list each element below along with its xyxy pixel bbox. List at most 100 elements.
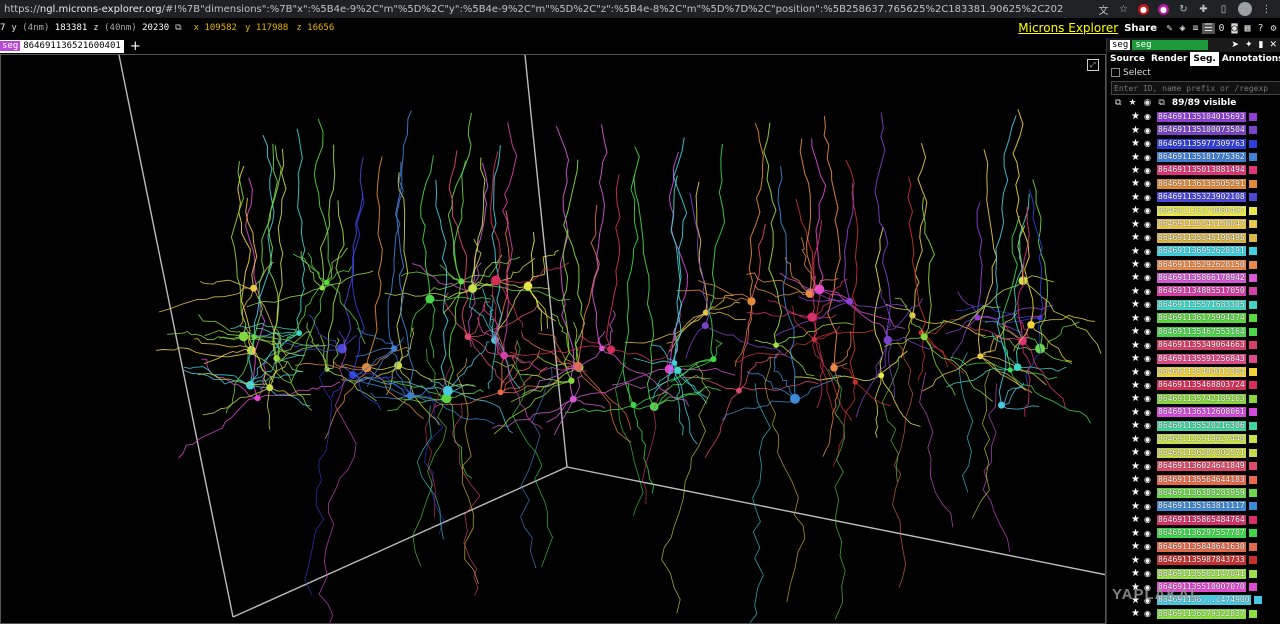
- star-icon[interactable]: ★: [1131, 205, 1144, 216]
- segment-row[interactable]: ★ ◉ 864691135104015693: [1107, 110, 1280, 123]
- eye-icon[interactable]: ◉: [1144, 300, 1157, 309]
- segment-color-swatch[interactable]: [1248, 488, 1257, 497]
- star-icon[interactable]: ★: [1131, 152, 1144, 163]
- extension-refresh-icon[interactable]: ↻: [1178, 4, 1189, 15]
- star-icon[interactable]: ★: [1131, 138, 1144, 149]
- segment-color-swatch[interactable]: [1248, 233, 1257, 242]
- star-icon[interactable]: ★: [1131, 501, 1144, 512]
- segment-color-swatch[interactable]: [1248, 542, 1257, 551]
- segment-color-swatch[interactable]: [1248, 247, 1257, 256]
- coord-z[interactable]: z (40nm) 20230: [93, 23, 169, 33]
- star-icon[interactable]: ★: [1131, 514, 1144, 525]
- star-icon[interactable]: ★: [1131, 568, 1144, 579]
- bookmark-star-icon[interactable]: ☆: [1118, 4, 1129, 15]
- pin-icon[interactable]: ✦: [1245, 40, 1253, 50]
- segment-color-swatch[interactable]: [1248, 515, 1257, 524]
- star-icon[interactable]: ★: [1131, 192, 1144, 203]
- extension-red-icon[interactable]: ●: [1138, 3, 1149, 15]
- eye-icon[interactable]: ◉: [1144, 220, 1157, 229]
- segment-id[interactable]: 864691135866178942: [1157, 272, 1246, 283]
- eye-icon[interactable]: ◉: [1144, 448, 1157, 457]
- segment-id[interactable]: 864691135564644183: [1157, 474, 1246, 485]
- eye-icon[interactable]: ◉: [1144, 247, 1157, 256]
- star-icon[interactable]: ★: [1131, 219, 1144, 230]
- gear-icon[interactable]: ⚙: [1267, 23, 1280, 34]
- star-icon[interactable]: ★: [1131, 541, 1144, 552]
- segment-row[interactable]: ★ ◉ 864691135349064663: [1107, 338, 1280, 351]
- segment-id[interactable]: 864691135163811117: [1157, 501, 1246, 512]
- info-icon[interactable]: 0: [1215, 23, 1228, 34]
- segment-color-swatch[interactable]: [1248, 529, 1257, 538]
- segment-row[interactable]: ★ ◉ 864691136287301571: [1107, 446, 1280, 459]
- avatar[interactable]: [1238, 2, 1252, 16]
- segment-color-swatch[interactable]: [1248, 260, 1257, 269]
- eye-icon[interactable]: ◉: [1144, 556, 1157, 565]
- tab-render[interactable]: Render: [1148, 52, 1190, 66]
- eye-all-icon[interactable]: ◉: [1144, 98, 1152, 108]
- segment-row[interactable]: ★ ◉ 864691135013881494: [1107, 164, 1280, 177]
- segment-row[interactable]: ★ ◉ 864691135977309763: [1107, 137, 1280, 150]
- segment-row[interactable]: ★ ◉ 864691135591256843: [1107, 352, 1280, 365]
- segment-id[interactable]: 864691136287301571: [1157, 447, 1246, 458]
- star-icon[interactable]: ★: [1131, 393, 1144, 404]
- eye-icon[interactable]: ◉: [1144, 341, 1157, 350]
- eye-icon[interactable]: ◉: [1144, 126, 1157, 135]
- segment-color-swatch[interactable]: [1248, 166, 1257, 175]
- eye-icon[interactable]: ◉: [1144, 166, 1157, 175]
- eye-icon[interactable]: ◉: [1144, 502, 1157, 511]
- segment-color-swatch[interactable]: [1248, 408, 1257, 417]
- segment-row[interactable]: ★ ◉ 864691135345198495: [1107, 231, 1280, 244]
- segment-row[interactable]: ★ ◉ 864691135919627440: [1107, 433, 1280, 446]
- segment-color-swatch[interactable]: [1248, 193, 1257, 202]
- segment-row[interactable]: ★ ◉ 864691135562147041: [1107, 567, 1280, 580]
- segment-color-swatch[interactable]: [1248, 583, 1257, 592]
- segment-id[interactable]: 864691135292628150: [1157, 259, 1246, 270]
- segment-id[interactable]: 864691135100073504: [1157, 125, 1246, 136]
- segment-row[interactable]: ★ ◉ 864691135163811117: [1107, 500, 1280, 513]
- segment-id[interactable]: 864691135865484764: [1157, 514, 1246, 525]
- segment-color-swatch[interactable]: [1248, 300, 1257, 309]
- segment-color-swatch[interactable]: [1248, 220, 1257, 229]
- eye-icon[interactable]: ◉: [1144, 488, 1157, 497]
- segment-color-swatch[interactable]: [1248, 421, 1257, 430]
- segment-color-swatch[interactable]: [1248, 314, 1257, 323]
- add-layer-button[interactable]: +: [130, 39, 141, 54]
- segment-color-swatch[interactable]: [1248, 287, 1257, 296]
- segment-id[interactable]: 864691135349064663: [1157, 340, 1246, 351]
- maximize-panel-icon[interactable]: ⤢: [1087, 59, 1099, 71]
- segment-id[interactable]: 864691135323902108: [1157, 192, 1246, 203]
- star-icon[interactable]: ★: [1131, 487, 1144, 498]
- eye-icon[interactable]: ◉: [1144, 435, 1157, 444]
- eye-icon[interactable]: ◉: [1144, 368, 1157, 377]
- segment-row[interactable]: ★ ◉ 864691135571683305: [1107, 298, 1280, 311]
- segment-id[interactable]: 864691135345158047: [1157, 219, 1246, 230]
- segment-id[interactable]: 864691136952628191: [1157, 246, 1246, 257]
- eye-icon[interactable]: ◉: [1144, 327, 1157, 336]
- eye-icon[interactable]: ◉: [1144, 394, 1157, 403]
- segment-color-swatch[interactable]: [1248, 609, 1257, 618]
- segment-color-swatch[interactable]: [1248, 153, 1257, 162]
- segment-row[interactable]: ★ ◉ 864691135279086497: [1107, 204, 1280, 217]
- select-row[interactable]: Select: [1107, 66, 1280, 79]
- segment-id[interactable]: 864691135919627440: [1157, 434, 1246, 445]
- segment-color-swatch[interactable]: [1248, 354, 1257, 363]
- address-bar[interactable]: https://ngl.microns-explorer.org/#!%7B"d…: [0, 4, 1064, 15]
- segment-color-swatch[interactable]: [1248, 448, 1257, 457]
- eye-icon[interactable]: ◉: [1144, 529, 1157, 538]
- segment-id[interactable]: 864691135520216306: [1157, 420, 1246, 431]
- segment-row[interactable]: ★ ◉ 864691134885517050: [1107, 285, 1280, 298]
- eye-icon[interactable]: ◉: [1144, 193, 1157, 202]
- eye-icon[interactable]: ◉: [1144, 462, 1157, 471]
- segment-row[interactable]: ★ ◉ 864691135987843733: [1107, 553, 1280, 566]
- coord-z-value[interactable]: 20230: [142, 23, 169, 33]
- eye-icon[interactable]: ◉: [1144, 542, 1157, 551]
- segment-color-swatch[interactable]: [1248, 556, 1257, 565]
- copy-all-icon[interactable]: ⧉: [1115, 98, 1121, 108]
- segment-row[interactable]: ★ ◉ 864691135100073504: [1107, 123, 1280, 136]
- segment-id[interactable]: 864691135848641630: [1157, 541, 1246, 552]
- star-icon[interactable]: ★: [1131, 380, 1144, 391]
- star-icon[interactable]: ★: [1131, 125, 1144, 136]
- eye-icon[interactable]: ◉: [1144, 153, 1157, 162]
- screenshot-icon[interactable]: ◙: [1228, 23, 1241, 34]
- star-icon[interactable]: ★: [1131, 272, 1144, 283]
